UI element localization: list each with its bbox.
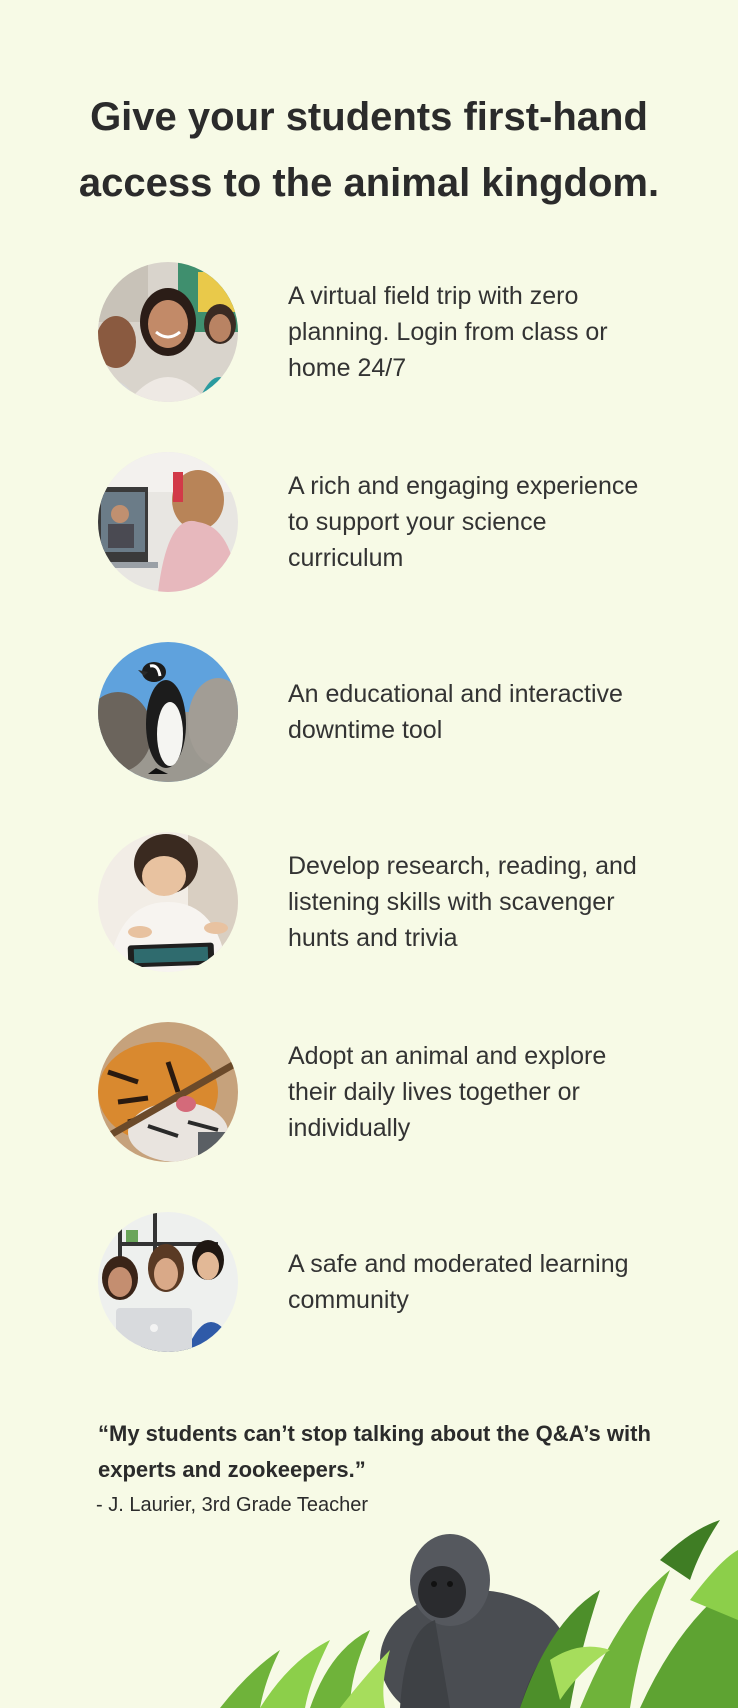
page-headline: Give your students first-hand access to … bbox=[78, 95, 660, 205]
testimonial-quote: “My students can’t stop talking about th… bbox=[98, 1421, 651, 1482]
feature-item: A rich and engaging experience to suppor… bbox=[98, 452, 678, 592]
teacher-students-laptop-photo bbox=[98, 1212, 238, 1352]
child-tablet-photo bbox=[98, 832, 238, 972]
tiger-cub-photo bbox=[98, 1022, 238, 1162]
feature-item: A virtual field trip with zero planning.… bbox=[98, 262, 678, 402]
feature-item: An educational and interactive downtime … bbox=[98, 642, 678, 782]
feature-item: Adopt an animal and explore their daily … bbox=[98, 1022, 678, 1162]
feature-text: Develop research, reading, and listening… bbox=[288, 852, 637, 952]
smiling-students-photo bbox=[98, 262, 238, 402]
penguin-photo bbox=[98, 642, 238, 782]
student-laptop-video-call-photo bbox=[98, 452, 238, 592]
feature-text: A rich and engaging experience to suppor… bbox=[288, 472, 639, 572]
feature-text: Adopt an animal and explore their daily … bbox=[288, 1042, 607, 1142]
feature-text: An educational and interactive downtime … bbox=[288, 680, 623, 744]
feature-item: Develop research, reading, and listening… bbox=[98, 832, 678, 972]
feature-text: A virtual field trip with zero planning.… bbox=[288, 282, 608, 382]
feature-text: A safe and moderated learning community bbox=[288, 1250, 629, 1314]
gorilla-foliage-illustration bbox=[220, 1500, 738, 1708]
feature-item: A safe and moderated learning community bbox=[98, 1212, 678, 1352]
